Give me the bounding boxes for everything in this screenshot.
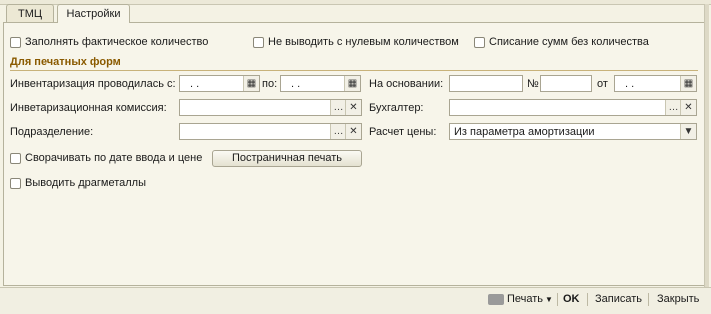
price-select[interactable]: Из параметра амортизации ▼ [449,123,697,140]
basis-date-field[interactable]: . . ▦ [614,75,697,92]
collapse-label: Сворачивать по дате ввода и цене [25,152,203,164]
commission-label: Инветаризационная комиссия: [10,102,167,114]
write-off-label: Списание сумм без количества [489,36,649,48]
ellipsis-icon[interactable]: … [330,124,346,139]
tab-label: Настройки [66,8,121,20]
inv-date-to-value: . . [291,78,301,90]
footer-separator [648,293,649,306]
basis-field[interactable] [449,75,523,92]
price-value: Из параметра амортизации [454,126,595,138]
print-label: Печать [507,293,544,305]
ellipsis-icon[interactable]: … [330,100,346,115]
no-zero-checkbox[interactable] [253,37,264,48]
number-label: № [527,78,539,90]
accountant-field[interactable]: … ✕ [449,99,697,116]
tab-tmc[interactable]: ТМЦ [6,4,54,22]
collapse-checkbox[interactable] [10,153,21,164]
fill-actual-checkbox[interactable] [10,37,21,48]
tab-label: ТМЦ [17,8,43,20]
inv-date-from-field[interactable]: . . ▦ [179,75,260,92]
tab-settings[interactable]: Настройки [57,4,130,23]
to-label: по: [262,78,278,90]
footer-separator [557,293,558,306]
department-field[interactable]: … ✕ [179,123,362,140]
basis-date-value: . . [625,78,635,90]
inv-date-from-value: . . [190,78,200,90]
precious-checkbox[interactable] [10,178,21,189]
chevron-down-icon[interactable]: ▼ [680,124,696,139]
calendar-icon[interactable]: ▦ [344,76,360,91]
no-zero-label: Не выводить с нулевым количеством [268,36,459,48]
page-print-button[interactable]: Постраничная печать [212,150,362,167]
price-label: Расчет цены: [369,126,437,138]
inv-date-to-field[interactable]: . . ▦ [280,75,361,92]
commission-field[interactable]: … ✕ [179,99,362,116]
chevron-down-icon: ▼ [545,295,553,304]
print-button[interactable]: Печать ▼ [488,292,553,307]
number-field[interactable] [540,75,592,92]
ok-button[interactable]: OK [563,292,580,306]
section-divider [10,70,698,71]
calendar-icon[interactable]: ▦ [243,76,259,91]
printer-icon [488,293,504,305]
basis-label: На основании: [369,78,444,90]
write-off-checkbox[interactable] [474,37,485,48]
close-button[interactable]: Закрыть [657,292,699,306]
department-label: Подразделение: [10,126,94,138]
footer-separator [587,293,588,306]
clear-icon[interactable]: ✕ [345,124,361,139]
accountant-label: Бухгалтер: [369,102,424,114]
precious-label: Выводить драгметаллы [25,177,146,189]
scrollbar[interactable] [704,4,709,287]
clear-icon[interactable]: ✕ [345,100,361,115]
section-title: Для печатных форм [10,56,121,68]
calendar-icon[interactable]: ▦ [680,76,696,91]
inv-date-label: Инвентаризация проводилась с: [10,78,176,90]
clear-icon[interactable]: ✕ [680,100,696,115]
fill-actual-label: Заполнять фактическое количество [25,36,209,48]
save-button[interactable]: Записать [595,292,642,306]
ellipsis-icon[interactable]: … [665,100,681,115]
from-label: от [597,78,608,90]
